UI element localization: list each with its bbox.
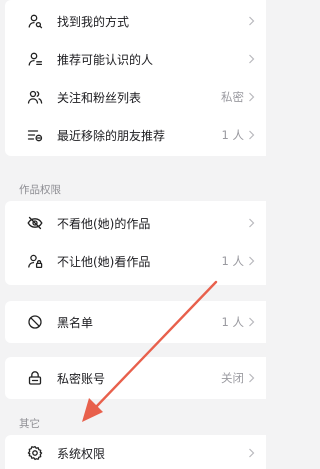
lock-icon [27,370,43,386]
row-label: 关注和粉丝列表 [57,90,142,105]
people-icon [27,89,43,105]
row-find-me[interactable]: 找到我的方式 [5,2,266,40]
privacy-settings-screen: 找到我的方式 推荐可能认识的人 关注和粉丝列表 私密 最近移除的朋友推荐 1 人… [0,0,266,469]
removed-list-icon [27,127,43,143]
block-icon [27,314,43,330]
row-recommend-people[interactable]: 推荐可能认识的人 [5,40,266,78]
chevron-right-icon [248,16,255,27]
person-search-icon [27,13,43,29]
private-account-card: 私密账号 关闭 [5,357,266,399]
row-label: 不看他(她)的作品 [57,216,151,231]
chevron-right-icon [248,218,255,229]
row-system-permissions[interactable]: 系统权限 [5,435,266,469]
row-follow-fans[interactable]: 关注和粉丝列表 私密 [5,78,266,116]
row-label: 推荐可能认识的人 [57,52,154,67]
gear-icon [27,445,43,461]
row-label: 黑名单 [57,315,94,330]
row-value: 关闭 [221,371,244,385]
row-private-account[interactable]: 私密账号 关闭 [5,359,266,397]
row-hide-their-works[interactable]: 不看他(她)的作品 [5,204,266,242]
row-value: 私密 [221,90,244,104]
row-label: 系统权限 [57,446,106,461]
chevron-right-icon [248,317,255,328]
section-title-other: 其它 [19,418,40,430]
row-label: 最近移除的朋友推荐 [57,128,166,143]
other-card: 系统权限 [5,435,266,469]
chevron-right-icon [248,373,255,384]
row-removed-recommend[interactable]: 最近移除的朋友推荐 1 人 [5,116,266,154]
person-lock-icon [27,253,43,269]
works-card: 不看他(她)的作品 不让他(她)看作品 1 人 [5,201,266,285]
section-title-works: 作品权限 [19,184,61,196]
person-recommend-icon [27,51,43,67]
row-value: 1 人 [221,128,244,142]
row-blacklist[interactable]: 黑名单 1 人 [5,303,266,341]
row-value: 1 人 [221,254,244,268]
chevron-right-icon [248,256,255,267]
row-label: 找到我的方式 [57,14,130,29]
row-label: 私密账号 [57,371,106,386]
chevron-right-icon [248,54,255,65]
chevron-right-icon [248,130,255,141]
privacy-card: 找到我的方式 推荐可能认识的人 关注和粉丝列表 私密 最近移除的朋友推荐 1 人 [5,0,266,156]
eye-off-icon [27,215,43,231]
chevron-right-icon [248,92,255,103]
row-value: 1 人 [221,315,244,329]
blacklist-card: 黑名单 1 人 [5,301,266,343]
chevron-right-icon [248,448,255,459]
row-label: 不让他(她)看作品 [57,254,151,269]
row-block-view-works[interactable]: 不让他(她)看作品 1 人 [5,242,266,280]
